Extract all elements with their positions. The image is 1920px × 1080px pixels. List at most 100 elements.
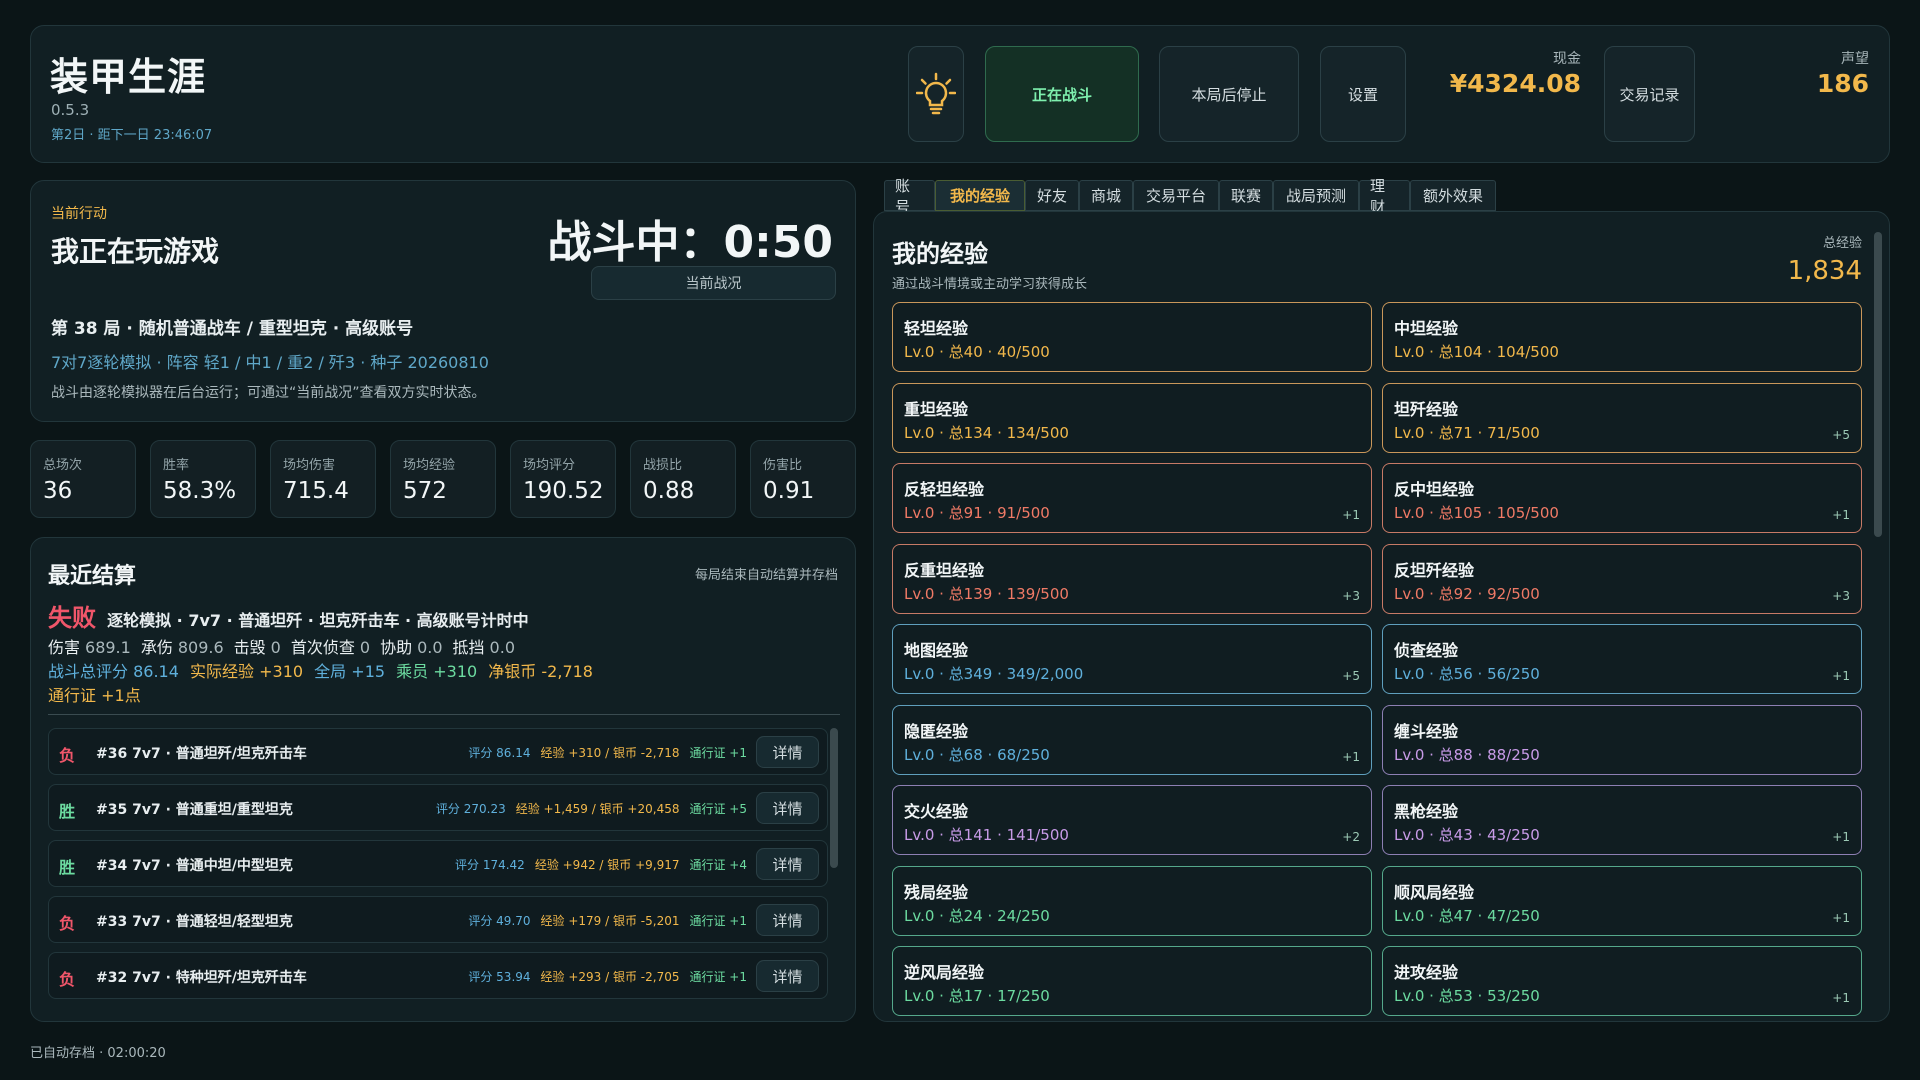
tab-1[interactable]: 我的经验 [935, 180, 1025, 211]
trade-records-button[interactable]: 交易记录 [1604, 46, 1695, 142]
tab-6[interactable]: 战局预测 [1273, 180, 1359, 211]
tab-0[interactable]: 账号 [884, 177, 935, 216]
combat-stat-value: 0.0 [417, 638, 443, 657]
exp-value: +310 [259, 662, 304, 681]
experience-card: 坦歼经验 Lv.0 · 总71 · 71/500 +5 [1382, 382, 1862, 453]
recent-results-panel: 最近结算 每局结束自动结算并存档 失败 逐轮模拟 · 7v7 · 普通坦歼 · … [30, 537, 856, 1022]
result-meta: 评分 174.42 经验 +942 / 银币 +9,917 通行证 +4 [455, 856, 747, 873]
silver-key: 净银币 [488, 662, 537, 681]
stat-card: 场均经验 572 [390, 440, 496, 518]
experience-card: 反中坦经验 Lv.0 · 总105 · 105/500 +1 [1382, 463, 1862, 533]
app-version: 0.5.3 [51, 101, 90, 119]
result-pass: 通行证 +1 [689, 970, 747, 984]
recent-results-title: 最近结算 [48, 564, 137, 589]
stat-card-label: 胜率 [163, 458, 190, 473]
stat-card-value: 36 [43, 478, 73, 504]
last-result-status: 失败 [48, 604, 96, 632]
stat-card-label: 场均经验 [403, 458, 456, 473]
current-situation-button[interactable]: 当前战况 [591, 266, 836, 300]
detail-button[interactable]: 详情 [756, 904, 819, 936]
experience-card: 反坦歼经验 Lv.0 · 总92 · 92/500 +3 [1382, 543, 1862, 614]
experience-card: 交火经验 Lv.0 · 总141 · 141/500 +2 [892, 785, 1372, 855]
settings-button[interactable]: 设置 [1320, 46, 1406, 142]
experience-card: 残局经验 Lv.0 · 总24 · 24/250 [892, 865, 1372, 936]
fighting-status-button[interactable]: 正在战斗 [985, 46, 1139, 142]
result-pass: 通行证 +5 [689, 802, 747, 816]
score-value: 86.14 [133, 662, 179, 681]
combat-stat-key: 伤害 [48, 638, 81, 657]
total-experience-label: 总经验 [1822, 236, 1862, 251]
tab-5[interactable]: 联赛 [1219, 180, 1273, 211]
result-row: 负 #33 7v7 · 普通轻坦/轻型坦克 评分 49.70 经验 +179 / 银币… [48, 896, 828, 943]
result-gain: 经验 +179 / 银币 -5,201 [540, 914, 680, 928]
autosave-status: 已自动存档 · 02:00:20 [30, 1046, 166, 1061]
detail-button[interactable]: 详情 [756, 736, 819, 768]
experience-card-value: Lv.0 · 总88 · 88/250 [1394, 745, 1540, 764]
result-pass: 通行证 +1 [689, 914, 747, 928]
stat-card: 胜率 58.3% [150, 440, 256, 518]
reputation-label: 声望 [1841, 51, 1869, 67]
silver-value: -2,718 [541, 662, 593, 681]
experience-panel: 我的经验 通过战斗情境或主动学习获得成长 总经验 1,834 轻坦经验 Lv.0 … [873, 211, 1890, 1022]
result-badge: 胜 [59, 802, 76, 821]
tab-8[interactable]: 额外效果 [1410, 180, 1496, 211]
cash-label: 现金 [1553, 51, 1581, 67]
match-setup: 7对7逐轮模拟 · 阵容 轻1 / 中1 / 重2 / 歼3 · 种子 2026… [51, 353, 489, 372]
result-name: #34 7v7 · 普通中坦/中型坦克 [96, 858, 293, 874]
experience-card-value: Lv.0 · 总56 · 56/250 [1394, 665, 1540, 683]
experience-card: 地图经验 Lv.0 · 总349 · 349/2,000 +5 [892, 624, 1372, 694]
last-result-combat-stats: 伤害 689.1 承伤 809.6 击毁 0 首次侦查 0 协助 0.0 抵挡 0.0 [48, 634, 515, 658]
stat-card-label: 场均评分 [523, 458, 576, 473]
combat-stat-value: 689.1 [85, 638, 131, 657]
stat-card-value: 190.52 [523, 478, 604, 504]
stat-card: 场均伤害 715.4 [270, 440, 376, 518]
top-header: 装甲生涯 0.5.3 第2日 · 距下一日 23:46:07 正在战斗 本局后停… [30, 25, 1890, 163]
experience-card: 进攻经验 Lv.0 · 总53 · 53/250 +1 [1382, 946, 1862, 1016]
stat-card-value: 0.91 [763, 478, 815, 504]
experience-card-bonus: +1 [1342, 508, 1360, 522]
result-name: #33 7v7 · 普通轻坦/轻型坦克 [96, 914, 293, 930]
experience-card: 反重坦经验 Lv.0 · 总139 · 139/500 +3 [892, 543, 1372, 614]
detail-button[interactable]: 详情 [756, 960, 819, 992]
experience-card: 重坦经验 Lv.0 · 总134 · 134/500 [892, 382, 1372, 453]
result-pass: 通行证 +1 [689, 746, 747, 760]
experience-card-value: Lv.0 · 总139 · 139/500 [904, 584, 1069, 603]
experience-card: 反轻坦经验 Lv.0 · 总91 · 91/500 +1 [892, 463, 1372, 533]
reputation-value: 186 [1816, 69, 1869, 98]
experience-scrollbar[interactable] [1874, 232, 1882, 537]
experience-card-bonus: +3 [1832, 588, 1850, 603]
last-result-desc: 逐轮模拟 · 7v7 · 普通坦歼 · 坦克歼击车 · 高级账号计时中 [107, 611, 529, 630]
stop-after-round-button[interactable]: 本局后停止 [1159, 46, 1299, 142]
result-list-scrollbar[interactable] [830, 728, 838, 868]
experience-card-bonus: +1 [1832, 669, 1850, 683]
experience-card-name: 反中坦经验 [1394, 480, 1475, 499]
result-badge: 负 [59, 970, 76, 989]
lightbulb-button[interactable] [908, 46, 964, 142]
stat-card-value: 0.88 [643, 478, 695, 504]
pass-value: +1点 [101, 686, 141, 705]
experience-card-name: 反轻坦经验 [904, 480, 985, 499]
detail-button[interactable]: 详情 [756, 792, 819, 824]
experience-card-bonus: +1 [1832, 910, 1850, 925]
stat-card: 场均评分 190.52 [510, 440, 616, 518]
tab-2[interactable]: 好友 [1025, 180, 1079, 211]
stat-card: 伤害比 0.91 [750, 440, 856, 518]
experience-card-name: 反坦歼经验 [1394, 560, 1475, 580]
experience-card: 轻坦经验 Lv.0 · 总40 · 40/500 [892, 302, 1372, 372]
experience-card: 侦查经验 Lv.0 · 总56 · 56/250 +1 [1382, 624, 1862, 694]
stat-card-label: 战损比 [643, 458, 683, 473]
combat-stat-value: 0 [270, 638, 281, 657]
experience-card-value: Lv.0 · 总68 · 68/250 [904, 745, 1050, 764]
crew-key: 乘员 [396, 662, 429, 681]
tab-3[interactable]: 商城 [1079, 180, 1133, 211]
tab-4[interactable]: 交易平台 [1133, 180, 1219, 211]
detail-button[interactable]: 详情 [756, 848, 819, 880]
experience-card-value: Lv.0 · 总17 · 17/250 [904, 987, 1050, 1005]
result-badge: 负 [59, 746, 76, 765]
experience-card-value: Lv.0 · 总141 · 141/500 [904, 826, 1069, 844]
score-key: 战斗总评分 [48, 662, 129, 681]
tab-7[interactable]: 理财 [1359, 177, 1410, 216]
stat-card-value: 572 [403, 478, 447, 504]
experience-card-value: Lv.0 · 总71 · 71/500 [1394, 423, 1540, 442]
experience-card-bonus: +5 [1342, 669, 1360, 683]
